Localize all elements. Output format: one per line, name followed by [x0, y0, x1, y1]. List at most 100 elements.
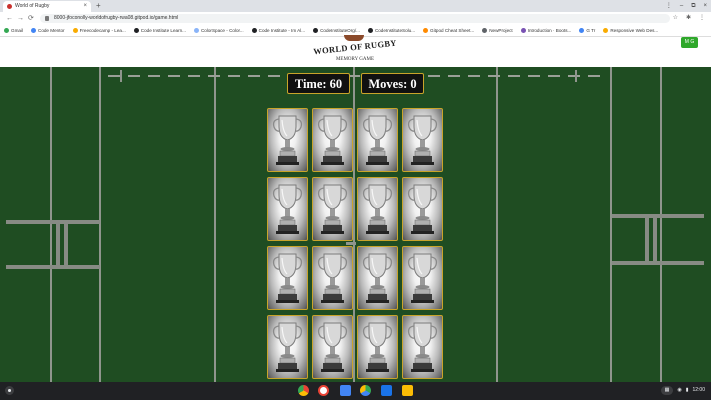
bookmark-favicon-icon [579, 28, 585, 33]
url-text: 8000-jfoconolly-worldofrugby-rwa08.gitpo… [54, 15, 179, 21]
tab-close-icon[interactable]: × [83, 1, 87, 12]
field-line [214, 67, 216, 382]
url-input[interactable]: 8000-jfoconolly-worldofrugby-rwa08.gitpo… [40, 14, 670, 23]
moves-counter: Moves: 0 [361, 73, 424, 94]
bookmark-item[interactable]: Gitpod Cheat Sheet... [423, 28, 474, 33]
launcher-button[interactable] [5, 386, 14, 395]
tab-title: World of Rugby [15, 3, 50, 9]
bookmark-label: Gmail [11, 28, 23, 33]
goal-post-right [645, 216, 649, 264]
timer-display: Time: 60 [287, 73, 350, 94]
chrome-app-icon[interactable] [298, 385, 309, 396]
forward-icon[interactable]: → [17, 12, 24, 25]
bookmark-item[interactable]: CodeInstituteOrg/... [313, 28, 360, 33]
memory-card[interactable] [312, 177, 353, 241]
tab-search-icon[interactable]: ⋮ [666, 0, 672, 12]
bookmark-label: Code Institute Learn... [140, 28, 186, 33]
minimize-icon[interactable]: – [680, 0, 683, 12]
menu-icon[interactable]: ⋮ [699, 12, 705, 25]
goal-post-left [56, 222, 60, 268]
memory-card[interactable] [357, 108, 398, 172]
bookmark-label: Responsive Web Des... [610, 28, 659, 33]
bookmark-label: Introduction · Boots... [527, 28, 572, 33]
field-tick [120, 70, 122, 82]
memory-card[interactable] [402, 246, 443, 310]
field-line [496, 67, 498, 382]
bookmark-label: NewProject [489, 28, 513, 33]
bookmark-label: ColorSpace - Color... [200, 28, 244, 33]
card-grid [267, 108, 445, 380]
bookmark-item[interactable]: Code Institute Learn... [133, 28, 186, 33]
system-tray[interactable]: ▦ ◉ ▮ 12:00 [660, 386, 705, 395]
bookmark-item[interactable]: Freecodecamp - Lea... [72, 28, 126, 33]
bookmark-favicon-icon [482, 28, 488, 33]
memory-card[interactable] [357, 177, 398, 241]
goal-post-left [64, 222, 68, 268]
bookmark-item[interactable]: G Tr [579, 28, 595, 33]
bookmark-item[interactable]: Gmail [4, 28, 23, 33]
field-line [660, 67, 662, 382]
memory-card[interactable] [312, 246, 353, 310]
docs-app-icon[interactable] [340, 385, 351, 396]
memory-card[interactable] [267, 177, 308, 241]
memory-card[interactable] [357, 315, 398, 379]
bookmark-label: CodeInstituteSolu... [374, 28, 416, 33]
page-header: WORLD OF RUGBY MEMORY GAME [0, 35, 711, 67]
browser-tab[interactable]: World of Rugby × [3, 1, 91, 12]
field-line [99, 67, 101, 382]
new-tab-button[interactable]: + [96, 0, 101, 12]
bookmark-favicon-icon [133, 28, 139, 33]
memory-card[interactable] [402, 315, 443, 379]
bookmark-label: Code Mentor [38, 28, 65, 33]
bookmark-label: Code Institute - Im Al... [258, 28, 306, 33]
browser-tab-bar: World of Rugby × + ⋮ – ⧉ × [0, 0, 711, 12]
bookmark-favicon-icon [4, 28, 9, 33]
memory-card[interactable] [267, 108, 308, 172]
bookmark-item[interactable]: Introduction · Boots... [520, 28, 572, 33]
address-bar-row: ← → ⟳ 8000-jfoconolly-worldofrugby-rwa08… [0, 12, 711, 26]
game-logo[interactable]: WORLD OF RUGBY MEMORY GAME [300, 35, 410, 67]
files-app-icon[interactable] [381, 385, 392, 396]
bookmark-favicon-icon [72, 28, 78, 33]
memory-card[interactable] [267, 315, 308, 379]
bookmark-label: Freecodecamp - Lea... [79, 28, 126, 33]
bookmark-label: CodeInstituteOrg/... [320, 28, 360, 33]
memory-card[interactable] [267, 246, 308, 310]
play-store-app-icon[interactable] [360, 385, 371, 396]
wifi-icon: ◉ [677, 387, 682, 393]
bookmark-favicon-icon [603, 28, 609, 33]
bookmark-label: Gitpod Cheat Sheet... [430, 28, 475, 33]
settings-app-icon[interactable] [402, 385, 413, 396]
tray-apps-icon: ▦ [660, 386, 674, 395]
goal-crossbar-left [6, 220, 100, 224]
address-bar-actions: ☆ ✱ ⋮ [673, 12, 705, 25]
bookmark-item[interactable]: NewProject [482, 28, 513, 33]
memory-card[interactable] [312, 108, 353, 172]
corner-menu-button[interactable]: M G [681, 37, 698, 48]
bookmark-favicon-icon [367, 28, 373, 33]
maximize-icon[interactable]: ⧉ [691, 0, 695, 12]
bookmark-favicon-icon [520, 28, 526, 33]
bookmark-label: G Tr [586, 28, 596, 33]
memory-card[interactable] [357, 246, 398, 310]
bookmark-item[interactable]: ColorSpace - Color... [193, 28, 244, 33]
back-icon[interactable]: ← [6, 12, 13, 25]
memory-card[interactable] [312, 315, 353, 379]
reload-icon[interactable]: ⟳ [28, 12, 34, 25]
bookmark-star-icon[interactable]: ☆ [673, 12, 678, 25]
battery-icon: ▮ [685, 387, 689, 393]
bookmark-item[interactable]: CodeInstituteSolu... [367, 28, 416, 33]
memory-card[interactable] [402, 108, 443, 172]
field-line [610, 67, 612, 382]
close-window-icon[interactable]: × [703, 0, 707, 12]
memory-card[interactable] [402, 177, 443, 241]
goal-crossbar-left [6, 265, 100, 269]
bookmark-item[interactable]: Code Mentor [31, 28, 65, 33]
gmail-app-icon[interactable] [318, 385, 329, 396]
goal-crossbar-right [612, 261, 704, 265]
bookmark-favicon-icon [313, 28, 319, 33]
bookmark-item[interactable]: Responsive Web Des... [603, 28, 658, 33]
bookmark-item[interactable]: Code Institute - Im Al... [251, 28, 306, 33]
extensions-icon[interactable]: ✱ [686, 12, 691, 25]
bookmark-favicon-icon [31, 28, 36, 33]
